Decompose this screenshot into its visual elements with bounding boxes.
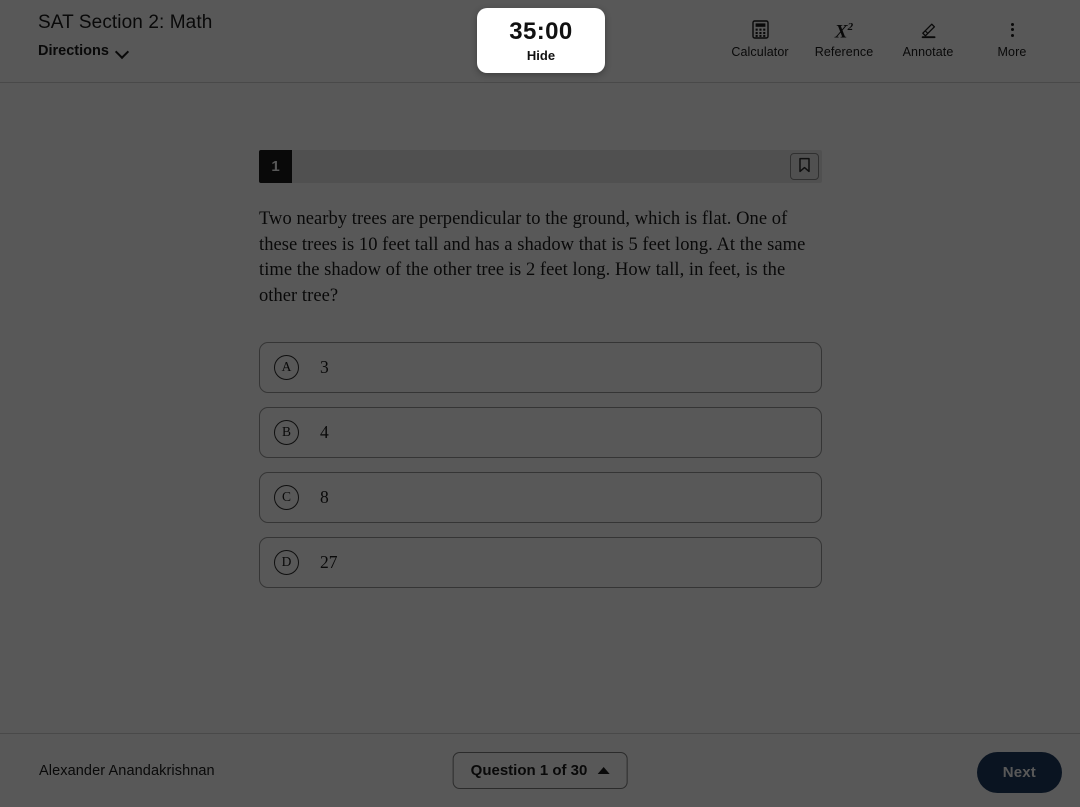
question-navigator-label: Question 1 of 30	[470, 762, 588, 779]
answer-choice-d[interactable]: D 27	[259, 536, 822, 588]
header-left-group: SAT Section 2: Math Directions	[38, 10, 212, 59]
question-text: Two nearby trees are perpendicular to th…	[259, 209, 806, 307]
more-button[interactable]: More	[970, 20, 1054, 59]
more-vertical-dots-icon	[1010, 20, 1014, 39]
triangle-up-icon	[597, 767, 610, 774]
reference-button[interactable]: X2 Reference	[802, 20, 886, 59]
page-title: SAT Section 2: Math	[38, 12, 213, 33]
answer-choice-b[interactable]: B 4	[259, 406, 822, 458]
question-column: 1 Two nearby trees are perpendicular to …	[259, 150, 822, 588]
choice-letter-c: C	[274, 484, 299, 510]
timer-hide-button[interactable]: Hide	[527, 48, 555, 63]
directions-button[interactable]: Directions	[38, 43, 130, 59]
more-label: More	[997, 45, 1027, 59]
x-squared-icon: X2	[834, 20, 854, 43]
dimmed-page-content: SAT Section 2: Math Directions Calculato…	[0, 0, 1080, 807]
sat-test-app: SAT Section 2: Math Directions Calculato…	[0, 0, 1080, 807]
question-header-bar: 1	[259, 150, 822, 183]
choice-text-c: 8	[320, 486, 329, 507]
header-toolbar: Calculator X2 Reference Annotate More	[718, 20, 1054, 59]
student-name: Alexander Anandakrishnan	[39, 763, 215, 779]
choice-text-d: 27	[320, 551, 338, 572]
next-button[interactable]: Next	[976, 752, 1062, 793]
answer-choice-a[interactable]: A 3	[259, 341, 822, 393]
choice-letter-b: B	[274, 419, 299, 445]
question-number-badge: 1	[259, 150, 292, 183]
calculator-button[interactable]: Calculator	[718, 20, 802, 59]
app-footer: Alexander Anandakrishnan Question 1 of 3…	[0, 733, 1080, 807]
reference-glyph-base: X	[834, 21, 848, 43]
choice-letter-d: D	[274, 549, 299, 575]
bookmark-button[interactable]	[790, 153, 819, 180]
calculator-label: Calculator	[731, 45, 789, 59]
answer-choices-list: A 3 B 4 C 8 D 27	[259, 341, 822, 588]
annotate-button[interactable]: Annotate	[886, 20, 970, 59]
annotate-label: Annotate	[902, 45, 954, 59]
reference-label: Reference	[814, 45, 874, 59]
reference-glyph-sup: 2	[847, 20, 854, 33]
answer-choice-c[interactable]: C 8	[259, 471, 822, 523]
choice-text-b: 4	[320, 421, 329, 442]
question-body: 1 Two nearby trees are perpendicular to …	[0, 84, 1080, 733]
question-navigator-button[interactable]: Question 1 of 30	[452, 752, 628, 789]
choice-letter-a: A	[274, 354, 299, 380]
highlighter-pen-icon	[919, 20, 938, 39]
chevron-down-icon	[116, 47, 130, 56]
calculator-icon	[751, 20, 769, 39]
directions-label: Directions	[38, 43, 109, 59]
choice-text-a: 3	[320, 356, 329, 377]
timer-value: 35:00	[509, 17, 573, 45]
bookmark-icon	[798, 157, 811, 176]
timer-popover: 35:00 Hide	[477, 8, 605, 73]
